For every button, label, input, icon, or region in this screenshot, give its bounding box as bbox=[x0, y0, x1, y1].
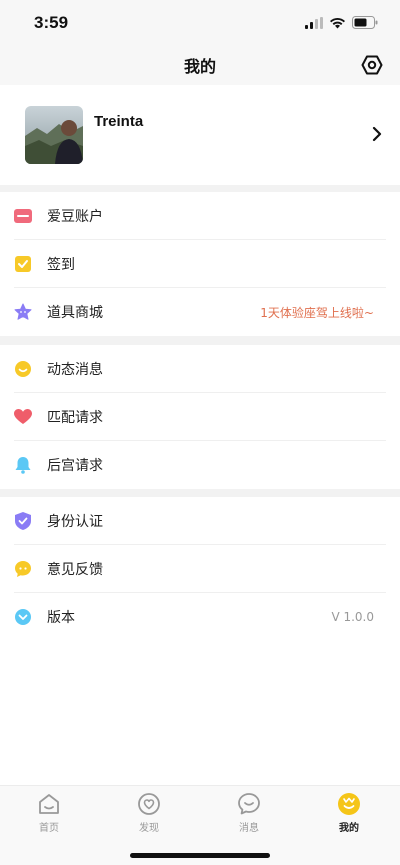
menu-label: 版本 bbox=[47, 610, 75, 626]
menu-item-match-requests[interactable]: 匹配请求 bbox=[14, 393, 386, 441]
menu-label: 意见反馈 bbox=[47, 561, 103, 578]
menu-label: 动态消息 bbox=[47, 361, 103, 378]
menu-label: 爱豆账户 bbox=[47, 208, 103, 225]
page-title: 我的 bbox=[183, 57, 216, 76]
cellular-signal-icon bbox=[305, 16, 323, 29]
promo-text: 1天体验座驾上线啦~ bbox=[260, 305, 374, 320]
menu-item-checkin[interactable]: 签到 bbox=[14, 240, 386, 288]
menu-item-activity-messages[interactable]: 动态消息 bbox=[14, 345, 386, 393]
menu-label: 签到 bbox=[47, 256, 75, 273]
menu-label: 匹配请求 bbox=[47, 409, 103, 426]
tab-discover[interactable]: 发现 bbox=[119, 792, 179, 834]
checkbox-icon bbox=[14, 255, 32, 273]
version-value: V 1.0.0 bbox=[331, 610, 374, 624]
status-time: 3:59 bbox=[34, 12, 69, 32]
me-icon bbox=[338, 793, 360, 815]
tab-label: 发现 bbox=[139, 823, 159, 834]
menu-label: 道具商城 bbox=[47, 305, 103, 321]
content-spacer bbox=[0, 641, 400, 785]
discover-icon bbox=[138, 793, 160, 815]
menu-item-identity-verification[interactable]: 身份认证 bbox=[14, 497, 386, 545]
menu-item-version[interactable]: 版本 V 1.0.0 bbox=[14, 593, 386, 641]
avatar bbox=[25, 106, 83, 164]
bell-icon bbox=[14, 456, 32, 474]
message-icon bbox=[238, 793, 260, 815]
battery-icon bbox=[352, 16, 378, 29]
heart-icon bbox=[14, 408, 32, 426]
profile-card[interactable]: Treinta bbox=[0, 85, 400, 185]
tab-label: 消息 bbox=[239, 823, 259, 834]
tab-home[interactable]: 首页 bbox=[19, 792, 79, 834]
profile-name: Treinta bbox=[94, 113, 144, 130]
tab-messages[interactable]: 消息 bbox=[219, 792, 279, 834]
settings-icon bbox=[361, 55, 383, 75]
tab-label: 首页 bbox=[39, 823, 59, 834]
menu-item-idol-account[interactable]: 爱豆账户 bbox=[14, 192, 386, 240]
tab-me[interactable]: 我的 bbox=[319, 792, 379, 834]
menu-label: 身份认证 bbox=[47, 513, 103, 530]
menu-group-messages: 动态消息 匹配请求 后宫请求 bbox=[0, 345, 400, 489]
wifi-icon bbox=[330, 17, 345, 28]
home-indicator bbox=[130, 853, 270, 858]
tab-label: 我的 bbox=[339, 823, 359, 834]
menu-item-item-shop[interactable]: 道具商城 1天体验座驾上线啦~ bbox=[14, 288, 386, 336]
menu-item-feedback[interactable]: 意见反馈 bbox=[14, 545, 386, 593]
smile-face-icon bbox=[14, 360, 32, 378]
menu-group-settings: 身份认证 意见反馈 版本 V 1.0.0 bbox=[0, 497, 400, 641]
star-icon bbox=[14, 303, 32, 321]
version-check-icon bbox=[14, 608, 32, 626]
chat-bubble-icon bbox=[14, 560, 32, 578]
home-icon bbox=[39, 794, 59, 814]
menu-label: 后宫请求 bbox=[47, 458, 103, 474]
menu-item-harem-requests[interactable]: 后宫请求 bbox=[14, 441, 386, 489]
shield-check-icon bbox=[14, 511, 32, 530]
menu-group-account: 爱豆账户 签到 道具商城 1天体验座驾上线啦~ bbox=[0, 192, 400, 336]
card-icon bbox=[14, 207, 32, 225]
nav-bar: 我的 bbox=[0, 45, 400, 85]
status-bar: 3:59 bbox=[0, 0, 400, 45]
settings-button[interactable] bbox=[360, 53, 384, 77]
chevron-right-icon[interactable] bbox=[370, 125, 384, 143]
status-icons bbox=[305, 16, 378, 29]
